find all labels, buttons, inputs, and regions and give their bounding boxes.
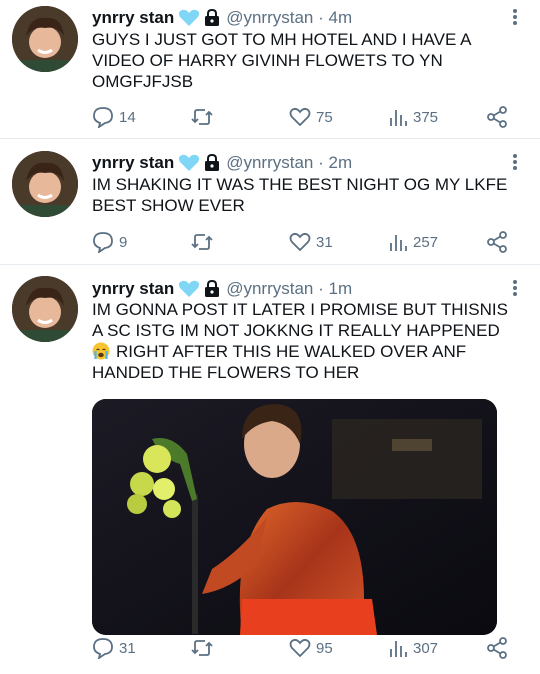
like-icon — [289, 232, 311, 252]
like-icon — [289, 638, 311, 658]
retweet-icon — [191, 640, 213, 656]
display-name[interactable]: ynrry stan — [92, 153, 174, 173]
like-count: 31 — [316, 233, 333, 251]
reply-button[interactable]: 9 — [92, 229, 127, 255]
lock-icon — [204, 9, 220, 27]
views-icon — [390, 641, 407, 657]
more-options-icon[interactable] — [512, 8, 518, 26]
share-icon — [487, 637, 507, 659]
tweet-actions: 31 95 307 — [92, 635, 510, 661]
tweet-actions: 14 75 375 — [92, 104, 510, 130]
tweet-header: ynrry stan @ynrrystan · 4m — [92, 7, 510, 29]
share-button[interactable] — [486, 229, 508, 255]
reply-count: 14 — [119, 108, 136, 126]
views-button[interactable]: 257 — [388, 229, 438, 255]
like-count: 75 — [316, 108, 333, 126]
tweet-text: GUYS I JUST GOT TO MH HOTEL AND I HAVE A… — [92, 30, 471, 91]
more-options-icon[interactable] — [512, 153, 518, 171]
reply-button[interactable]: 14 — [92, 104, 136, 130]
avatar[interactable] — [12, 151, 78, 217]
tweet-text: IM GONNA POST IT LATER I PROMISE BUT THI… — [92, 299, 522, 383]
retweet-button[interactable] — [190, 229, 214, 255]
reply-count: 9 — [119, 233, 128, 251]
tweet-actions: 9 31 257 — [92, 229, 510, 255]
share-icon — [487, 231, 507, 253]
handle-and-time: @ynrrystan · 2m — [226, 153, 353, 172]
tweet-header: ynrry stan @ynrrystan · 1m — [92, 278, 510, 300]
tweet-1[interactable]: ynrry stan @ynrrystan · 4m GUYS I JUST G… — [0, 0, 540, 139]
retweet-button[interactable] — [190, 104, 214, 130]
reply-count: 31 — [119, 639, 136, 657]
share-button[interactable] — [486, 104, 508, 130]
reply-button[interactable]: 31 — [92, 635, 136, 661]
display-name[interactable]: ynrry stan — [92, 279, 174, 299]
views-icon — [390, 110, 407, 126]
view-count: 375 — [413, 108, 439, 126]
handle-and-time: @ynrrystan · 4m — [226, 8, 353, 27]
views-button[interactable]: 307 — [388, 635, 438, 661]
view-count: 307 — [413, 639, 439, 657]
blue-heart-icon — [178, 154, 200, 172]
avatar[interactable] — [12, 6, 78, 72]
tweet-text-line-1: IM GONNA POST IT LATER I PROMISE BUT THI… — [92, 300, 508, 340]
share-button[interactable] — [486, 635, 508, 661]
views-icon — [390, 235, 407, 251]
lock-icon — [204, 280, 220, 298]
retweet-icon — [191, 234, 213, 250]
more-options-icon[interactable] — [512, 279, 518, 297]
like-button[interactable]: 95 — [289, 635, 333, 661]
like-button[interactable]: 75 — [289, 104, 333, 130]
blue-heart-icon — [178, 280, 200, 298]
display-name[interactable]: ynrry stan — [92, 8, 174, 28]
tweet-3[interactable]: ynrry stan @ynrrystan · 1m IM GONNA POST… — [0, 265, 540, 674]
reply-icon — [93, 638, 113, 659]
handle-and-time: @ynrrystan · 1m — [226, 279, 353, 298]
like-button[interactable]: 31 — [289, 229, 333, 255]
tweet-photo[interactable] — [92, 399, 497, 635]
lock-icon — [204, 154, 220, 172]
views-button[interactable]: 375 — [388, 104, 438, 130]
retweet-button[interactable] — [190, 635, 214, 661]
like-count: 95 — [316, 639, 333, 657]
crying-face-icon — [92, 342, 110, 360]
tweet-text-line-2: RIGHT AFTER THIS HE WALKED OVER ANF HAND… — [92, 342, 467, 382]
reply-icon — [93, 107, 113, 128]
view-count: 257 — [413, 233, 439, 251]
retweet-icon — [191, 109, 213, 125]
blue-heart-icon — [178, 9, 200, 27]
tweet-2[interactable]: ynrry stan @ynrrystan · 2m IM SHAKING IT… — [0, 139, 540, 265]
avatar[interactable] — [12, 276, 78, 342]
tweet-header: ynrry stan @ynrrystan · 2m — [92, 152, 510, 174]
like-icon — [289, 107, 311, 127]
tweet-text: IM SHAKING IT WAS THE BEST NIGHT OG MY L… — [92, 175, 508, 215]
reply-icon — [93, 232, 113, 253]
share-icon — [487, 106, 507, 128]
